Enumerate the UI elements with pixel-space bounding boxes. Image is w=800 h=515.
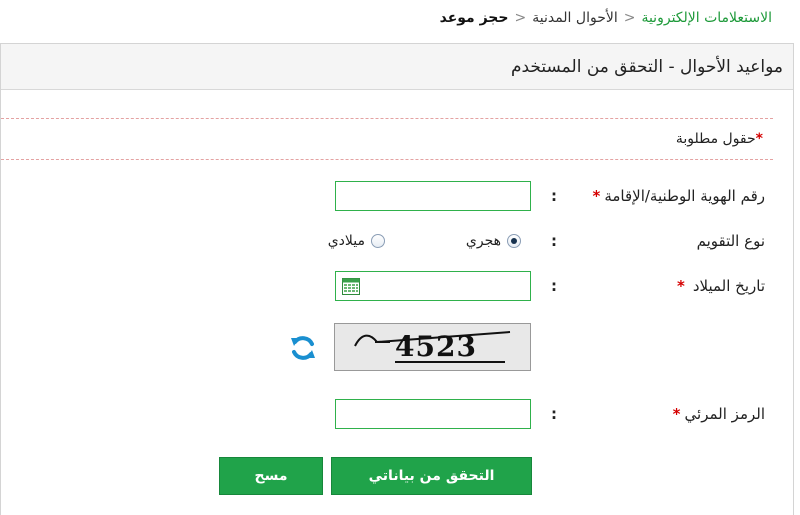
id-label-text: رقم الهوية الوطنية/الإقامة — [604, 187, 765, 205]
clear-button[interactable]: مسح — [219, 457, 323, 495]
colon: : — [551, 187, 557, 205]
radio-gregorian-button[interactable] — [371, 234, 385, 248]
breadcrumb-item-electronic-inquiries[interactable]: الاستعلامات الإلكترونية — [641, 10, 772, 26]
breadcrumb-separator: < — [514, 10, 527, 26]
birth-date-label-text: تاريخ الميلاد — [692, 277, 765, 295]
calendar-icon[interactable] — [342, 278, 360, 295]
radio-gregorian[interactable]: ميلادي — [328, 224, 385, 258]
birth-date-row: تاريخ الميلاد * : — [1, 269, 793, 303]
visual-code-row: الرمز المرئي * : — [1, 397, 793, 431]
verify-button[interactable]: التحقق من بياناتي — [331, 457, 532, 495]
birth-date-input[interactable] — [335, 271, 531, 301]
required-star: * — [676, 277, 685, 295]
captcha-text: 4523 — [395, 330, 477, 363]
colon: : — [551, 277, 557, 295]
calendar-type-row: نوع التقويم : هجري ميلادي — [1, 224, 793, 258]
calendar-type-label: نوع التقويم — [696, 232, 765, 250]
required-star: * — [592, 187, 601, 205]
id-label: رقم الهوية الوطنية/الإقامة * — [592, 179, 765, 213]
form-panel: مواعيد الأحوال - التحقق من المستخدم * حق… — [0, 43, 794, 515]
colon: : — [551, 232, 557, 250]
refresh-icon[interactable] — [288, 333, 318, 363]
colon: : — [551, 405, 557, 423]
id-number-input[interactable] — [335, 181, 531, 211]
visual-code-input[interactable] — [335, 399, 531, 429]
required-fields-text: حقول مطلوبة — [675, 131, 756, 147]
radio-hijri[interactable]: هجري — [466, 224, 521, 258]
breadcrumb-separator: < — [623, 10, 636, 26]
breadcrumb-item-civil-affairs[interactable]: الأحوال المدنية — [532, 10, 618, 26]
id-row: رقم الهوية الوطنية/الإقامة * : — [1, 179, 793, 213]
required-fields-note: * حقول مطلوبة — [1, 118, 773, 160]
radio-hijri-label[interactable]: هجري — [466, 233, 501, 249]
breadcrumb: الاستعلامات الإلكترونية < الأحوال المدني… — [0, 6, 772, 30]
panel-title: مواعيد الأحوال - التحقق من المستخدم — [1, 44, 793, 90]
visual-code-label: الرمز المرئي * — [673, 397, 765, 431]
breadcrumb-item-book-appointment: حجز موعد — [439, 10, 509, 26]
visual-code-label-text: الرمز المرئي — [684, 405, 765, 423]
required-star: * — [755, 131, 763, 147]
radio-gregorian-label[interactable]: ميلادي — [328, 233, 365, 249]
radio-hijri-button[interactable] — [507, 234, 521, 248]
captcha-image: 4523 — [334, 323, 531, 371]
required-star: * — [672, 405, 681, 423]
birth-date-label: تاريخ الميلاد * — [677, 269, 765, 303]
